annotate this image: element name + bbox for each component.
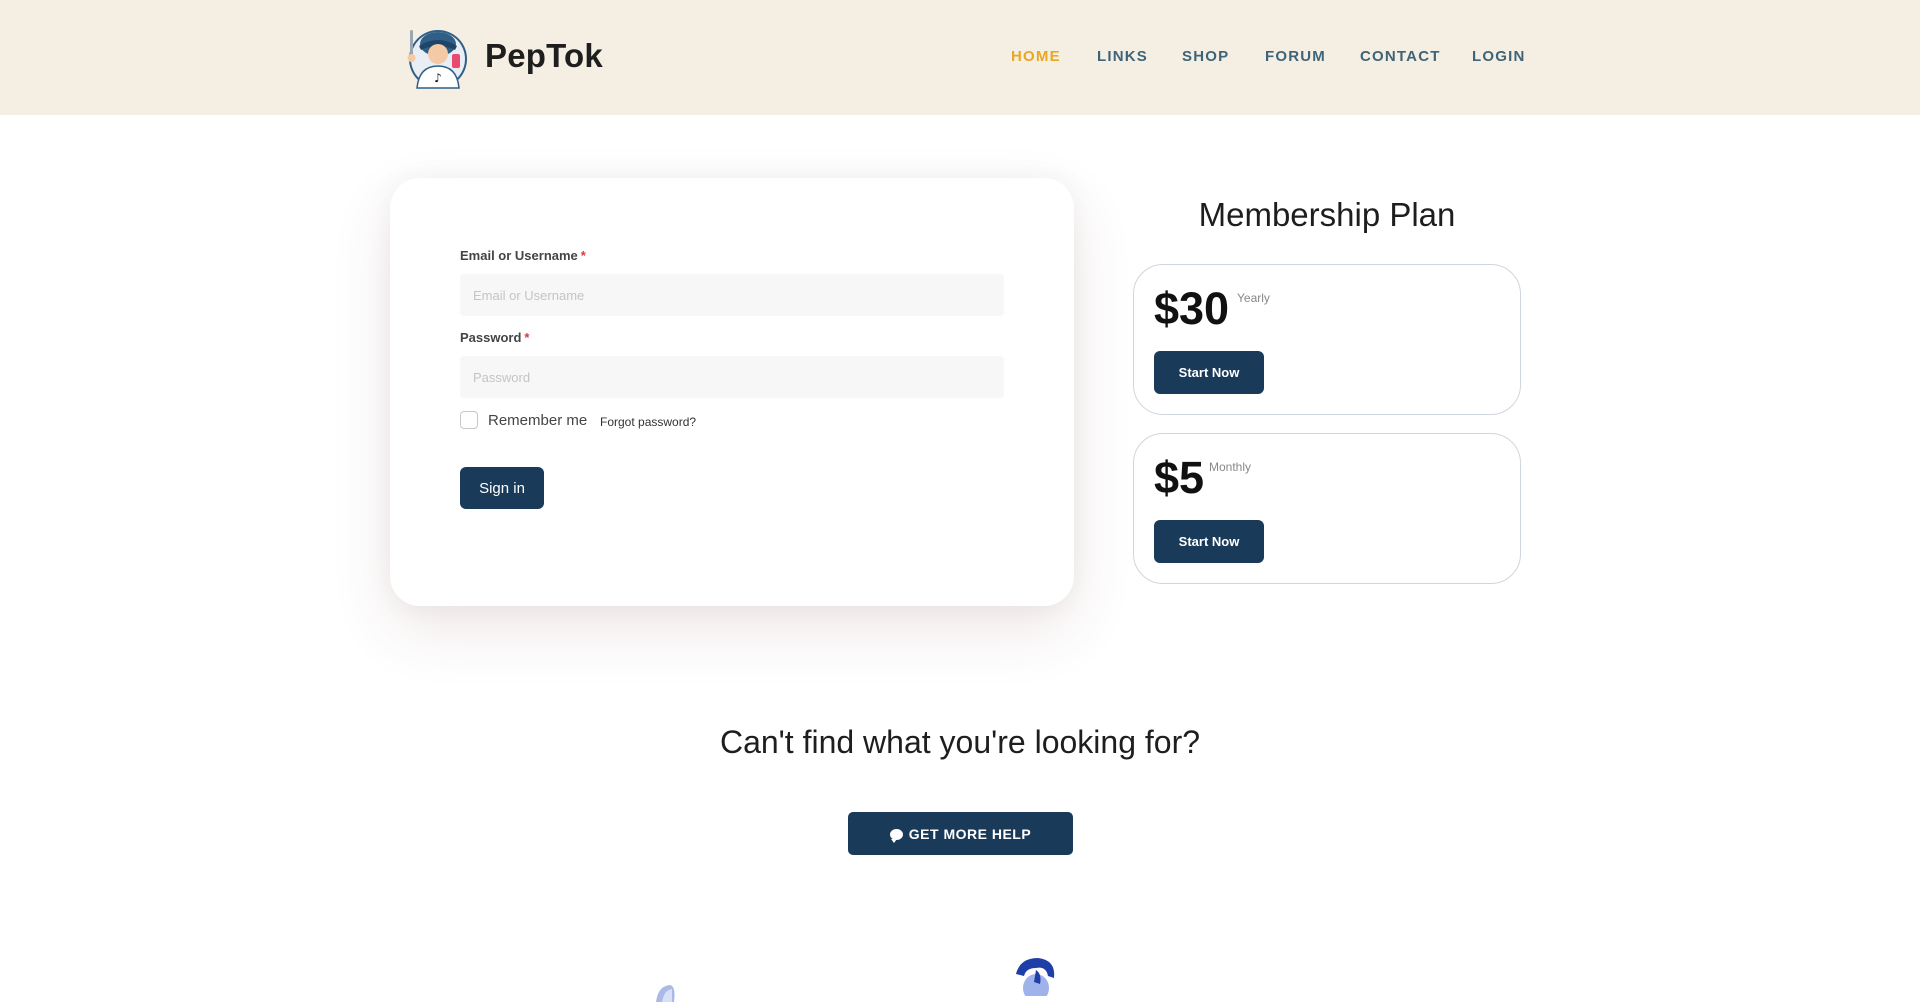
chat-bubble-icon: [889, 828, 903, 843]
plan-period: Monthly: [1209, 460, 1252, 474]
main-nav: HOME LINKS SHOP FORUM CONTACT LOGIN: [0, 48, 1920, 68]
start-now-button-monthly[interactable]: Start Now: [1154, 520, 1264, 563]
illustration-fragment: [656, 985, 675, 1002]
site-header: ♪ PepTok HOME LINKS SHOP FORUM CONTACT L…: [0, 0, 1920, 115]
nav-forum[interactable]: FORUM: [1265, 48, 1326, 65]
plan-card-yearly: $30 Yearly Start Now: [1133, 264, 1521, 415]
person-illustration: [1016, 958, 1055, 996]
password-input[interactable]: [460, 356, 1004, 398]
required-mark: *: [524, 330, 530, 345]
plan-price: $5: [1154, 452, 1205, 503]
nav-home[interactable]: HOME: [1011, 48, 1061, 65]
help-button-label: GET MORE HELP: [908, 825, 1032, 842]
nav-shop[interactable]: SHOP: [1182, 48, 1229, 65]
password-label: Password *: [460, 330, 530, 345]
remember-checkbox[interactable]: [460, 411, 478, 429]
help-heading: Can't find what you're looking for?: [719, 724, 1201, 760]
get-more-help-button[interactable]: GET MORE HELP: [848, 812, 1073, 855]
forgot-password-link[interactable]: Forgot password?: [600, 415, 696, 429]
email-input[interactable]: [460, 274, 1004, 316]
svg-text:♪: ♪: [434, 71, 442, 85]
nav-links[interactable]: LINKS: [1097, 48, 1148, 65]
sign-in-button[interactable]: Sign in: [460, 467, 544, 509]
remember-label[interactable]: Remember me: [488, 412, 587, 429]
email-label: Email or Username *: [460, 248, 586, 263]
plan-period: Yearly: [1237, 291, 1270, 305]
membership-title: Membership Plan: [1198, 196, 1456, 233]
nav-login[interactable]: LOGIN: [1472, 48, 1526, 65]
plan-card-monthly: $5 Monthly Start Now: [1133, 433, 1521, 584]
required-mark: *: [580, 248, 586, 263]
nav-contact[interactable]: CONTACT: [1360, 48, 1441, 65]
start-now-button-yearly[interactable]: Start Now: [1154, 351, 1264, 394]
login-form-card: Email or Username* Password* Remember me…: [390, 178, 1074, 606]
plan-price: $30: [1154, 283, 1230, 334]
